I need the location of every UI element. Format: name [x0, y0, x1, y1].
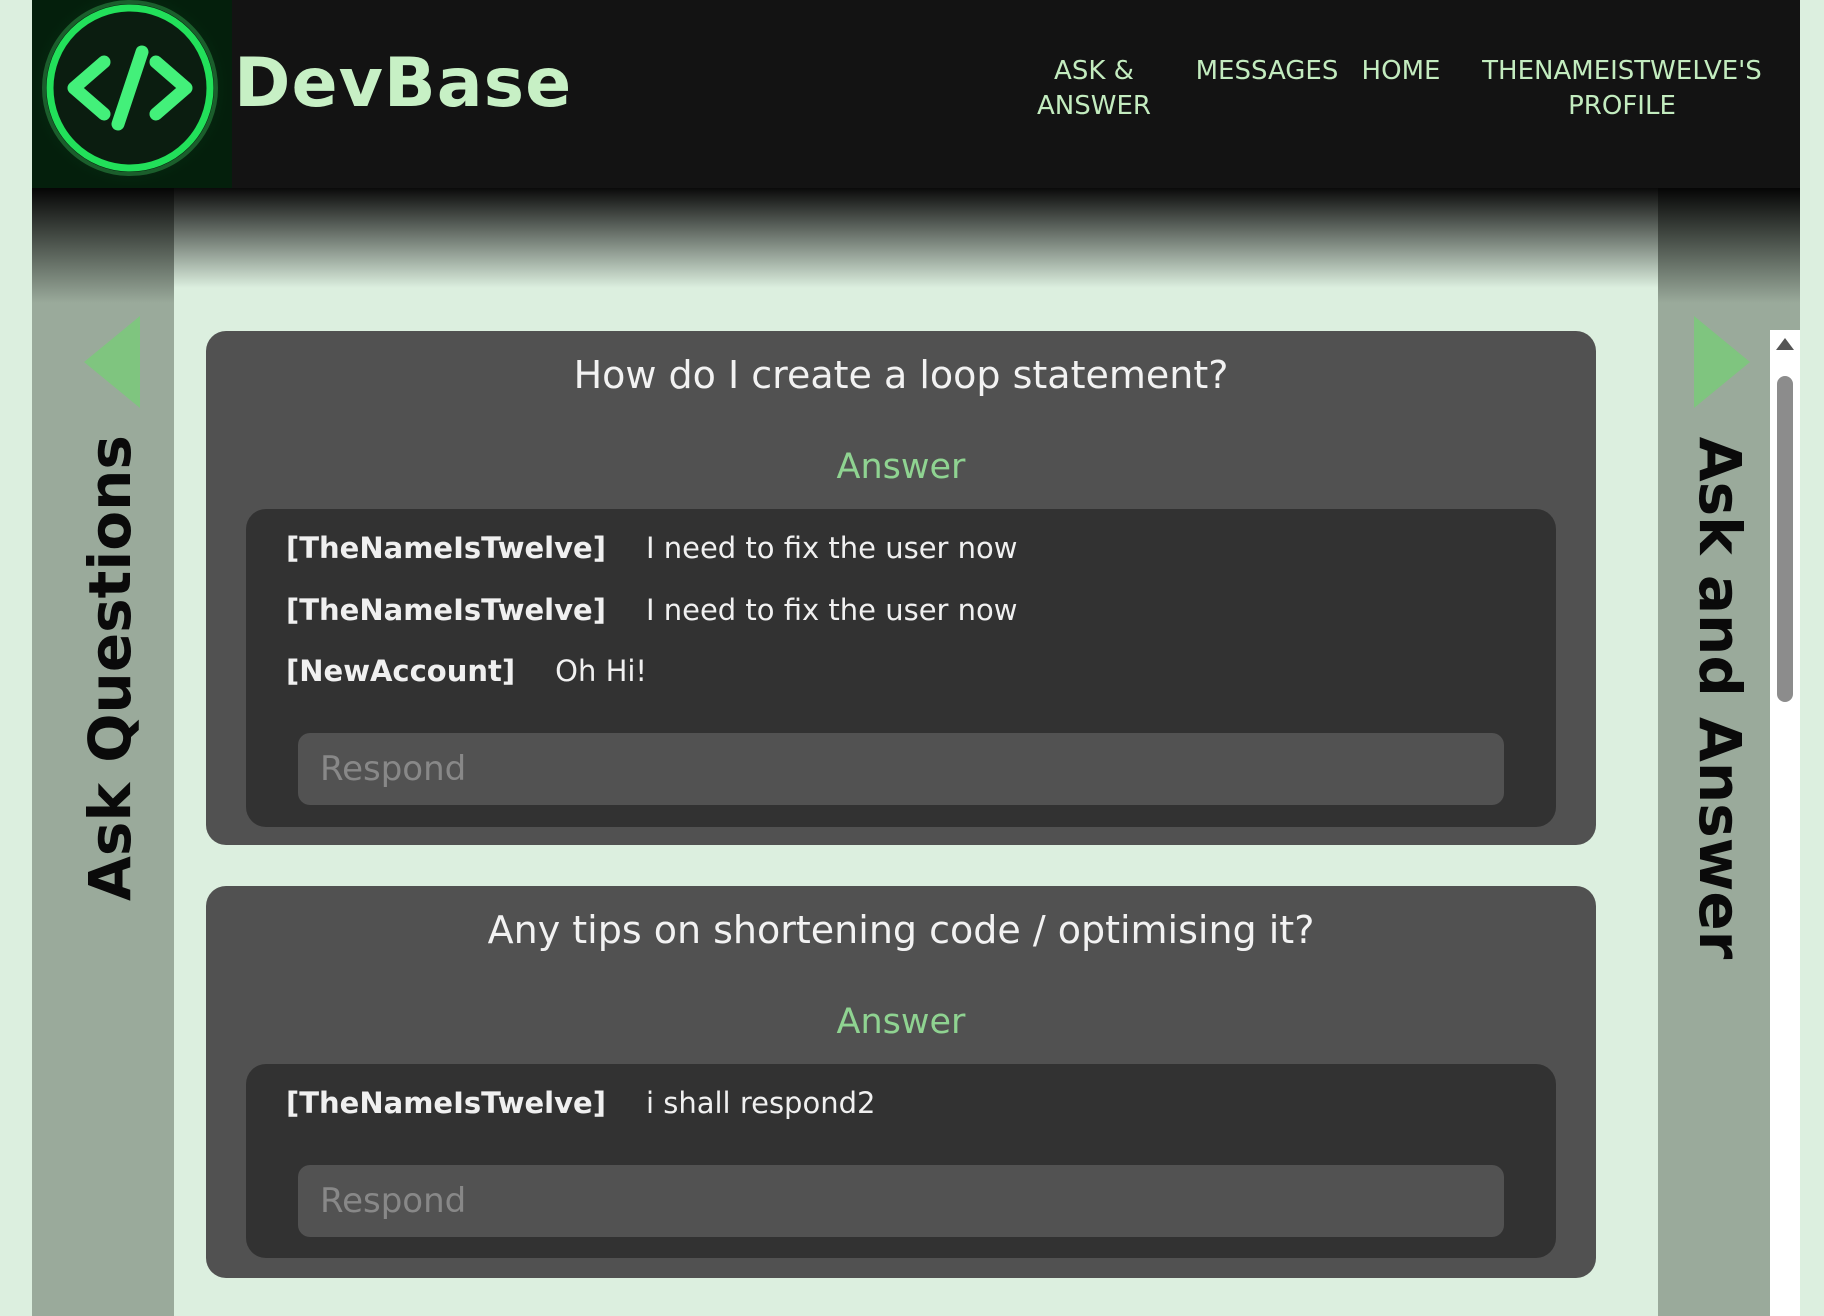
- answer-text: Oh Hi!: [555, 654, 648, 688]
- code-brackets-icon: [32, 0, 228, 186]
- answer-text: I need to fix the user now: [645, 593, 1018, 627]
- respond-input[interactable]: [298, 1165, 1504, 1237]
- ask-questions-label: Ask Questions: [76, 435, 144, 901]
- answer-heading: Answer: [836, 447, 966, 487]
- answer-row: [NewAccount] Oh Hi!: [286, 654, 647, 688]
- nav-label: PROFILE: [1568, 91, 1676, 121]
- answer-heading: Answer: [836, 1002, 966, 1042]
- scroll-up-arrow-icon[interactable]: [1776, 338, 1794, 350]
- arrow-right-icon[interactable]: [1692, 314, 1752, 410]
- app-frame: DevBase ASK & ANSWER MESSAGES HOME THENA…: [32, 0, 1800, 1316]
- scrollbar-thumb[interactable]: [1777, 376, 1793, 702]
- answer-user: [TheNameIsTwelve]: [286, 531, 606, 565]
- ask-and-answer-label: Ask and Answer: [1686, 436, 1754, 960]
- nav-home[interactable]: HOME: [1356, 54, 1446, 89]
- nav-label: THENAMEISTWELVE'S: [1482, 56, 1762, 86]
- answer-row: [TheNameIsTwelve] I need to fix the user …: [286, 531, 1018, 565]
- question-card: Any tips on shortening code / optimising…: [206, 886, 1596, 1278]
- vertical-scrollbar[interactable]: [1770, 330, 1800, 1316]
- respond-input[interactable]: [298, 733, 1504, 805]
- question-title: Any tips on shortening code / optimising…: [487, 908, 1315, 952]
- answer-user: [TheNameIsTwelve]: [286, 593, 606, 627]
- logo[interactable]: [32, 0, 232, 188]
- ask-questions-panel[interactable]: Ask Questions: [32, 188, 174, 1316]
- brand-title[interactable]: DevBase: [234, 44, 572, 123]
- question-title: How do I create a loop statement?: [573, 353, 1229, 397]
- answers-box: [TheNameIsTwelve] i shall respond2: [246, 1064, 1556, 1258]
- nav-profile[interactable]: THENAMEISTWELVE'S PROFILE: [1472, 54, 1772, 124]
- nav-label: ANSWER: [1037, 91, 1151, 121]
- nav-label: MESSAGES: [1195, 56, 1339, 86]
- answer-text: i shall respond2: [645, 1086, 876, 1120]
- nav-label: HOME: [1361, 56, 1441, 86]
- arrow-left-icon[interactable]: [82, 314, 142, 410]
- question-card: How do I create a loop statement? Answer…: [206, 331, 1596, 845]
- nav-messages[interactable]: MESSAGES: [1192, 54, 1342, 89]
- top-navbar: DevBase ASK & ANSWER MESSAGES HOME THENA…: [32, 0, 1800, 188]
- nav-ask-answer[interactable]: ASK & ANSWER: [1024, 54, 1164, 124]
- answer-row: [TheNameIsTwelve] i shall respond2: [286, 1086, 875, 1120]
- answer-user: [TheNameIsTwelve]: [286, 1086, 606, 1120]
- answer-row: [TheNameIsTwelve] I need to fix the user …: [286, 593, 1018, 627]
- answer-user: [NewAccount]: [286, 654, 516, 688]
- nav-label: ASK &: [1054, 56, 1134, 86]
- answers-box: [TheNameIsTwelve] I need to fix the user …: [246, 509, 1556, 827]
- answer-text: I need to fix the user now: [645, 531, 1018, 565]
